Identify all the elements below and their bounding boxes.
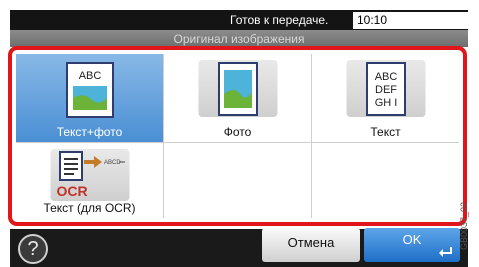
icon-text-line2: DEF	[375, 84, 397, 96]
icon-abc-text: ABC	[78, 70, 101, 82]
icon-text-line1: ABC	[374, 71, 397, 83]
empty-cell	[164, 143, 311, 218]
cancel-label: Отмена	[287, 235, 335, 250]
options-panel: ABC Текст+фото Фото ABC DEF GH I Текст A…	[8, 46, 467, 226]
help-button[interactable]: ?	[18, 234, 48, 264]
status-bar: Готов к передаче. 10:10	[10, 10, 468, 30]
text-icon: ABC DEF GH I	[365, 62, 406, 116]
grid-divider	[16, 142, 459, 143]
option-text-ocr[interactable]: ABCD OCR Текст (для OCR)	[16, 143, 163, 218]
icon-ocr-text: OCR	[56, 183, 87, 199]
option-label: Фото	[223, 125, 252, 139]
option-text[interactable]: ABC DEF GH I Текст	[312, 54, 459, 142]
ocr-icon: ABCD OCR	[56, 151, 125, 199]
cancel-button[interactable]: Отмена	[262, 228, 360, 262]
enter-icon	[439, 247, 452, 257]
ok-button[interactable]: OK	[364, 228, 460, 262]
figure-code: GB0037_02	[459, 201, 469, 250]
icon-text-line3: GH I	[374, 97, 397, 109]
title-bar: Оригинал изображения	[10, 30, 468, 47]
options-grid: ABC Текст+фото Фото ABC DEF GH I Текст A…	[16, 54, 459, 218]
option-text-photo[interactable]: ABC Текст+фото	[16, 54, 163, 142]
option-label: Текст	[370, 125, 401, 139]
text-photo-icon: ABC	[65, 62, 114, 118]
icon-arrow-label: ABCD	[104, 160, 121, 166]
ok-label: OK	[402, 232, 422, 247]
option-label: Текст+фото	[56, 125, 123, 139]
clock: 10:10	[353, 12, 468, 29]
page-title: Оригинал изображения	[173, 32, 305, 46]
photo-icon	[217, 62, 258, 116]
grid-divider	[311, 54, 312, 218]
status-message: Готов к передаче.	[230, 13, 329, 27]
option-label: Текст (для OCR)	[43, 201, 136, 215]
option-photo[interactable]: Фото	[164, 54, 311, 142]
empty-cell	[312, 143, 459, 218]
grid-divider	[163, 54, 164, 218]
